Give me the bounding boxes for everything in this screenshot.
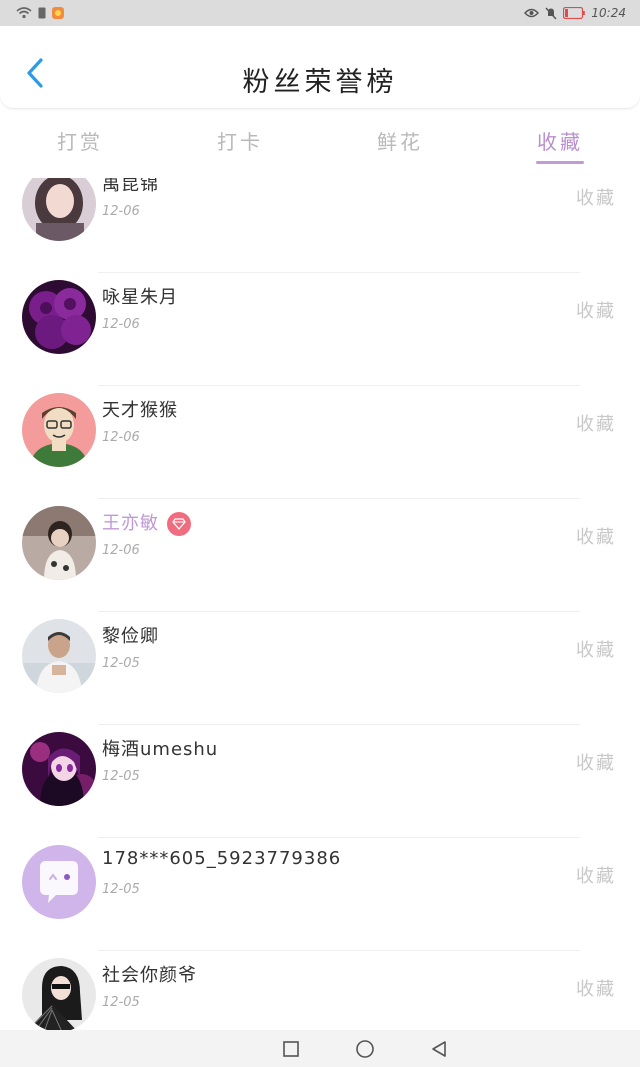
list-item[interactable]: 黎俭卿 12-05 收藏 <box>0 612 640 725</box>
action-label: 收藏 <box>576 979 616 1000</box>
system-back-button[interactable] <box>428 1038 450 1060</box>
list-item[interactable]: 天才猴猴 12-06 收藏 <box>0 386 640 499</box>
user-name: 178***605_5923779386 <box>102 848 342 869</box>
user-name: 梅酒umeshu <box>102 739 219 760</box>
tab-checkin[interactable]: 打卡 <box>160 118 320 168</box>
avatar[interactable] <box>22 619 96 693</box>
date: 12-05 <box>102 995 140 1010</box>
tab-label: 打卡 <box>217 130 263 154</box>
tab-bar: 打赏 打卡 鲜花 收藏 <box>0 118 640 168</box>
action-label: 收藏 <box>576 527 616 548</box>
action-label: 收藏 <box>576 866 616 887</box>
avatar[interactable] <box>22 393 96 467</box>
action-label: 收藏 <box>576 414 616 435</box>
date: 12-05 <box>102 769 140 784</box>
system-nav-bar <box>0 1030 640 1067</box>
date: 12-05 <box>102 656 140 671</box>
battery-icon <box>563 7 586 19</box>
home-button[interactable] <box>354 1038 376 1060</box>
list-item[interactable]: 咏星朱月 12-06 收藏 <box>0 273 640 386</box>
action-label: 收藏 <box>576 640 616 661</box>
list-item[interactable]: 禹昆锦 12-06 收藏 <box>0 178 640 273</box>
tab-active-indicator <box>536 161 584 164</box>
avatar[interactable] <box>22 958 96 1030</box>
tab-label: 鲜花 <box>377 130 423 154</box>
action-label: 收藏 <box>576 188 616 209</box>
triangle-back-icon <box>432 1040 446 1057</box>
date: 12-06 <box>102 543 140 558</box>
user-name: 禹昆锦 <box>102 178 159 195</box>
list-item[interactable]: 梅酒umeshu 12-05 收藏 <box>0 725 640 838</box>
user-name: 咏星朱月 <box>102 287 178 308</box>
fan-list: 禹昆锦 12-06 收藏 咏星朱月 12-06 收藏 天才猴猴 12-06 收藏… <box>0 178 640 1030</box>
user-name-row: 王亦敏 <box>102 509 191 536</box>
action-label: 收藏 <box>576 753 616 774</box>
date: 12-06 <box>102 317 140 332</box>
date: 12-05 <box>102 882 140 897</box>
clock: 10:24 <box>591 6 626 20</box>
wifi-icon <box>16 7 32 19</box>
tab-label: 打赏 <box>57 130 103 154</box>
eye-icon <box>524 8 540 18</box>
tab-reward[interactable]: 打赏 <box>0 118 160 168</box>
list-item[interactable]: 178***605_5923779386 12-05 收藏 <box>0 838 640 951</box>
sim-icon <box>38 7 46 19</box>
list-item[interactable]: 社会你颜爷 12-05 收藏 <box>0 951 640 1030</box>
vip-badge-icon <box>167 512 191 536</box>
list-item[interactable]: 王亦敏 12-06 收藏 <box>0 499 640 612</box>
page-title: 粉丝荣誉榜 <box>242 67 398 98</box>
square-icon <box>283 1040 299 1057</box>
circle-icon <box>356 1039 374 1058</box>
avatar[interactable] <box>22 280 96 354</box>
avatar[interactable] <box>22 506 96 580</box>
user-name: 王亦敏 <box>102 513 159 534</box>
avatar[interactable] <box>22 732 96 806</box>
avatar[interactable] <box>22 845 96 919</box>
user-name: 社会你颜爷 <box>102 965 197 986</box>
recent-apps-button[interactable] <box>280 1038 302 1060</box>
tab-flowers[interactable]: 鲜花 <box>320 118 480 168</box>
user-name: 黎俭卿 <box>102 626 159 647</box>
mute-icon <box>545 7 557 20</box>
tab-label: 收藏 <box>537 130 583 154</box>
app-notification-icon <box>52 7 64 19</box>
date: 12-06 <box>102 204 140 219</box>
tab-favorites[interactable]: 收藏 <box>480 118 640 168</box>
status-bar: 10:24 <box>0 0 640 26</box>
avatar[interactable] <box>22 178 96 241</box>
action-label: 收藏 <box>576 301 616 322</box>
user-name: 天才猴猴 <box>102 400 178 421</box>
header-bar: 粉丝荣誉榜 <box>0 26 640 109</box>
date: 12-06 <box>102 430 140 445</box>
